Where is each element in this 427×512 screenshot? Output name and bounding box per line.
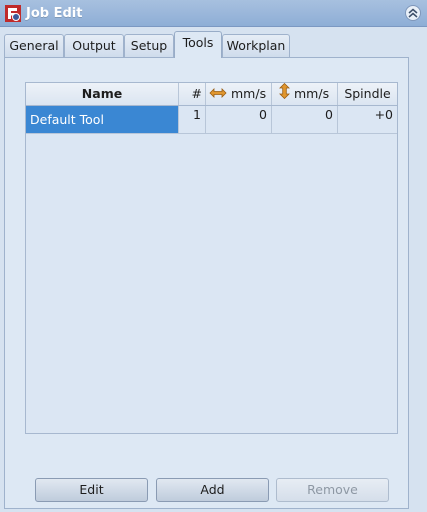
freecad-app-icon [5, 5, 21, 22]
vertical-feed-cell[interactable]: 0 [272, 106, 338, 134]
column-header-spindle[interactable]: Spindle [338, 83, 397, 105]
spindle-cell[interactable]: +0 [338, 106, 397, 134]
tool-table[interactable]: Name # mm/s mm/s Spindle Default Tool 1 … [25, 82, 398, 434]
add-button[interactable]: Add [156, 478, 269, 502]
job-edit-panel: General Output Setup Tools Workplan Name… [0, 27, 427, 512]
column-header-number[interactable]: # [179, 83, 206, 105]
tab-label: Setup [130, 38, 168, 53]
window-title: Job Edit [26, 6, 83, 21]
column-header-name[interactable]: Name [26, 83, 179, 105]
horizontal-feed-cell[interactable]: 0 [206, 106, 272, 134]
vertical-arrows-icon [279, 82, 290, 106]
tab-label: General [9, 38, 59, 53]
title-bar: Job Edit [0, 0, 427, 27]
tab-general[interactable]: General [4, 34, 64, 57]
tab-label: Output [72, 38, 116, 53]
column-header-horizontal-feed[interactable]: mm/s [206, 83, 272, 105]
edit-button[interactable]: Edit [35, 478, 148, 502]
tab-label: Workplan [226, 38, 286, 53]
tool-number-cell[interactable]: 1 [179, 106, 206, 134]
tab-workplan[interactable]: Workplan [222, 34, 290, 57]
tools-tab-page: Name # mm/s mm/s Spindle Default Tool 1 … [4, 57, 409, 509]
table-header: Name # mm/s mm/s Spindle [26, 82, 397, 106]
double-chevron-up-icon [408, 8, 418, 18]
remove-button[interactable]: Remove [276, 478, 389, 502]
column-header-vertical-feed[interactable]: mm/s [272, 82, 338, 106]
table-row[interactable]: Default Tool 1 0 0 +0 [26, 106, 397, 134]
tab-label: Tools [182, 35, 214, 50]
tab-output[interactable]: Output [64, 34, 124, 57]
tab-setup[interactable]: Setup [124, 34, 174, 57]
tool-name-cell[interactable]: Default Tool [26, 106, 179, 134]
collapse-button[interactable] [405, 5, 421, 21]
tab-tools[interactable]: Tools [174, 31, 222, 58]
horizontal-arrows-icon [209, 84, 227, 106]
